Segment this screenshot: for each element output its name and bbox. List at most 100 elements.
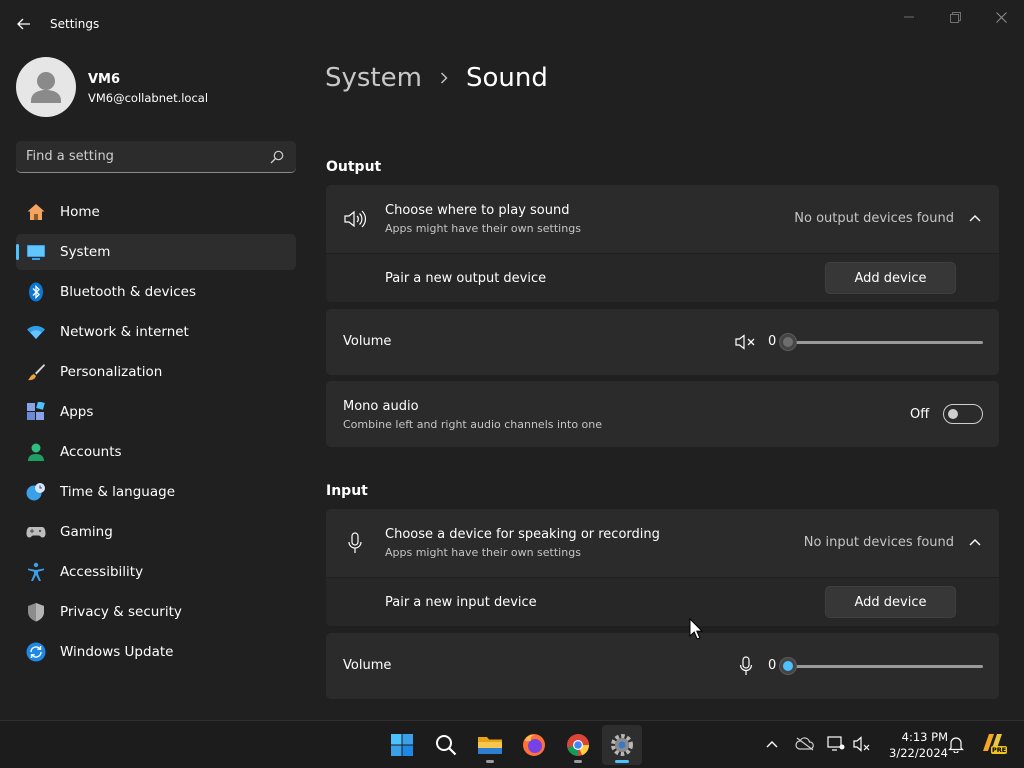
- sidebar-item-label: Privacy & security: [60, 604, 182, 620]
- taskbar-clock[interactable]: 4:13 PM 3/22/2024: [878, 729, 948, 761]
- search-icon[interactable]: [270, 150, 284, 164]
- input-device-card[interactable]: Choose a device for speaking or recordin…: [326, 509, 999, 577]
- search-box[interactable]: [16, 141, 296, 173]
- update-icon: [26, 642, 46, 662]
- home-icon: [27, 204, 45, 220]
- user-email: VM6@collabnet.local: [88, 91, 209, 105]
- sidebar-item-network[interactable]: Network & internet: [16, 314, 296, 350]
- output-volume-value: 0: [768, 334, 777, 349]
- file-explorer-button[interactable]: [470, 725, 510, 765]
- sidebar-item-time-language[interactable]: Time & language: [16, 474, 296, 510]
- clock-date: 3/22/2024: [889, 746, 948, 760]
- windows-start-icon: [391, 734, 413, 756]
- input-volume-thumb[interactable]: [779, 657, 797, 675]
- sidebar-item-label: Network & internet: [60, 324, 189, 340]
- sidebar-item-label: System: [60, 244, 111, 260]
- gamepad-icon: [26, 527, 46, 538]
- search-input[interactable]: [26, 141, 261, 172]
- output-volume-slider[interactable]: [788, 341, 983, 344]
- input-status: No input devices found: [803, 535, 954, 550]
- brush-icon: [28, 364, 45, 381]
- sidebar-item-windows-update[interactable]: Windows Update: [16, 634, 296, 670]
- sidebar-item-accounts[interactable]: Accounts: [16, 434, 296, 470]
- accessibility-icon: [28, 562, 44, 581]
- taskbar: 4:13 PM 3/22/2024 PRE: [0, 720, 1024, 768]
- pair-input-label: Pair a new input device: [385, 595, 537, 610]
- sidebar-item-label: Home: [60, 204, 100, 220]
- sidebar-item-home[interactable]: Home: [16, 194, 296, 230]
- clock-time: 4:13 PM: [901, 730, 948, 744]
- sidebar-item-label: Gaming: [60, 524, 113, 540]
- close-button[interactable]: [978, 6, 1024, 28]
- chrome-icon: [567, 734, 590, 756]
- output-device-card[interactable]: Choose where to play sound Apps might ha…: [326, 185, 999, 253]
- sidebar-item-privacy-security[interactable]: Privacy & security: [16, 594, 296, 630]
- sidebar-item-personalization[interactable]: Personalization: [16, 354, 296, 390]
- pair-input-row: Pair a new input device Add device: [326, 578, 999, 626]
- chevron-up-icon[interactable]: [969, 538, 981, 546]
- mono-audio-desc: Combine left and right audio channels in…: [343, 418, 603, 431]
- notifications-button[interactable]: [945, 733, 967, 755]
- sidebar-item-apps[interactable]: Apps: [16, 394, 296, 430]
- output-status: No output devices found: [794, 211, 954, 226]
- maximize-button[interactable]: [932, 6, 978, 28]
- network-tray-button[interactable]: [825, 733, 847, 755]
- window-title: Settings: [50, 17, 100, 31]
- input-choose-desc: Apps might have their own settings: [385, 546, 581, 559]
- settings-taskbar-button[interactable]: [602, 725, 642, 765]
- taskbar-search-button[interactable]: [426, 725, 466, 765]
- input-volume-card: Volume 0: [326, 633, 999, 699]
- output-choose-desc: Apps might have their own settings: [385, 222, 581, 235]
- output-volume-card: Volume 0: [326, 309, 999, 375]
- sidebar-item-label: Windows Update: [60, 644, 174, 660]
- back-arrow-icon: [17, 18, 30, 30]
- breadcrumb-separator: [422, 72, 466, 84]
- input-volume-label: Volume: [343, 658, 392, 673]
- volume-tray-button[interactable]: [851, 733, 873, 755]
- output-choose-title: Choose where to play sound: [385, 203, 570, 218]
- onedrive-tray-button[interactable]: [794, 733, 816, 755]
- input-volume-value: 0: [768, 658, 777, 673]
- apps-icon: [27, 402, 45, 420]
- minimize-button[interactable]: [886, 6, 932, 28]
- input-volume-slider[interactable]: [788, 665, 983, 668]
- output-volume-thumb[interactable]: [779, 333, 797, 351]
- input-mic-button[interactable]: [736, 655, 756, 677]
- sidebar-nav: Home System Bluetooth & devices Network …: [16, 194, 296, 674]
- title-bar: Settings: [0, 0, 1024, 48]
- sidebar-item-label: Accessibility: [60, 564, 144, 580]
- output-volume-label: Volume: [343, 334, 392, 349]
- add-input-device-button[interactable]: Add device: [825, 586, 956, 618]
- pair-output-row: Pair a new output device Add device: [326, 254, 999, 302]
- sidebar-item-accessibility[interactable]: Accessibility: [16, 554, 296, 590]
- sidebar-item-bluetooth[interactable]: Bluetooth & devices: [16, 274, 296, 310]
- close-icon: [995, 11, 1007, 23]
- avatar[interactable]: [16, 57, 76, 117]
- input-choose-title: Choose a device for speaking or recordin…: [385, 527, 660, 542]
- sidebar-item-gaming[interactable]: Gaming: [16, 514, 296, 550]
- sidebar-item-label: Bluetooth & devices: [60, 284, 197, 300]
- chevron-up-icon[interactable]: [969, 214, 981, 222]
- copilot-button[interactable]: PRE: [980, 730, 1008, 758]
- restore-icon: [949, 11, 961, 23]
- back-button[interactable]: [12, 12, 36, 36]
- mute-button[interactable]: [734, 332, 758, 352]
- toggle-knob: [948, 409, 958, 419]
- sidebar-item-label: Apps: [60, 404, 94, 420]
- show-hidden-icons-button[interactable]: [761, 733, 783, 755]
- chrome-button[interactable]: [558, 725, 598, 765]
- input-thumb-dot: [783, 661, 793, 671]
- add-output-device-button[interactable]: Add device: [825, 262, 956, 294]
- firefox-button[interactable]: [514, 725, 554, 765]
- settings-gear-icon: [611, 734, 633, 756]
- file-explorer-icon: [478, 737, 502, 754]
- speaker-muted-icon: [853, 736, 870, 752]
- sidebar-item-system[interactable]: System: [16, 234, 296, 270]
- breadcrumb-parent[interactable]: System: [325, 63, 422, 93]
- chevron-up-icon: [766, 741, 778, 748]
- microphone-icon: [739, 656, 753, 675]
- start-button[interactable]: [382, 725, 422, 765]
- mono-audio-toggle[interactable]: [943, 404, 983, 424]
- mono-audio-state: Off: [910, 407, 930, 422]
- mono-audio-card: Mono audio Combine left and right audio …: [326, 381, 999, 447]
